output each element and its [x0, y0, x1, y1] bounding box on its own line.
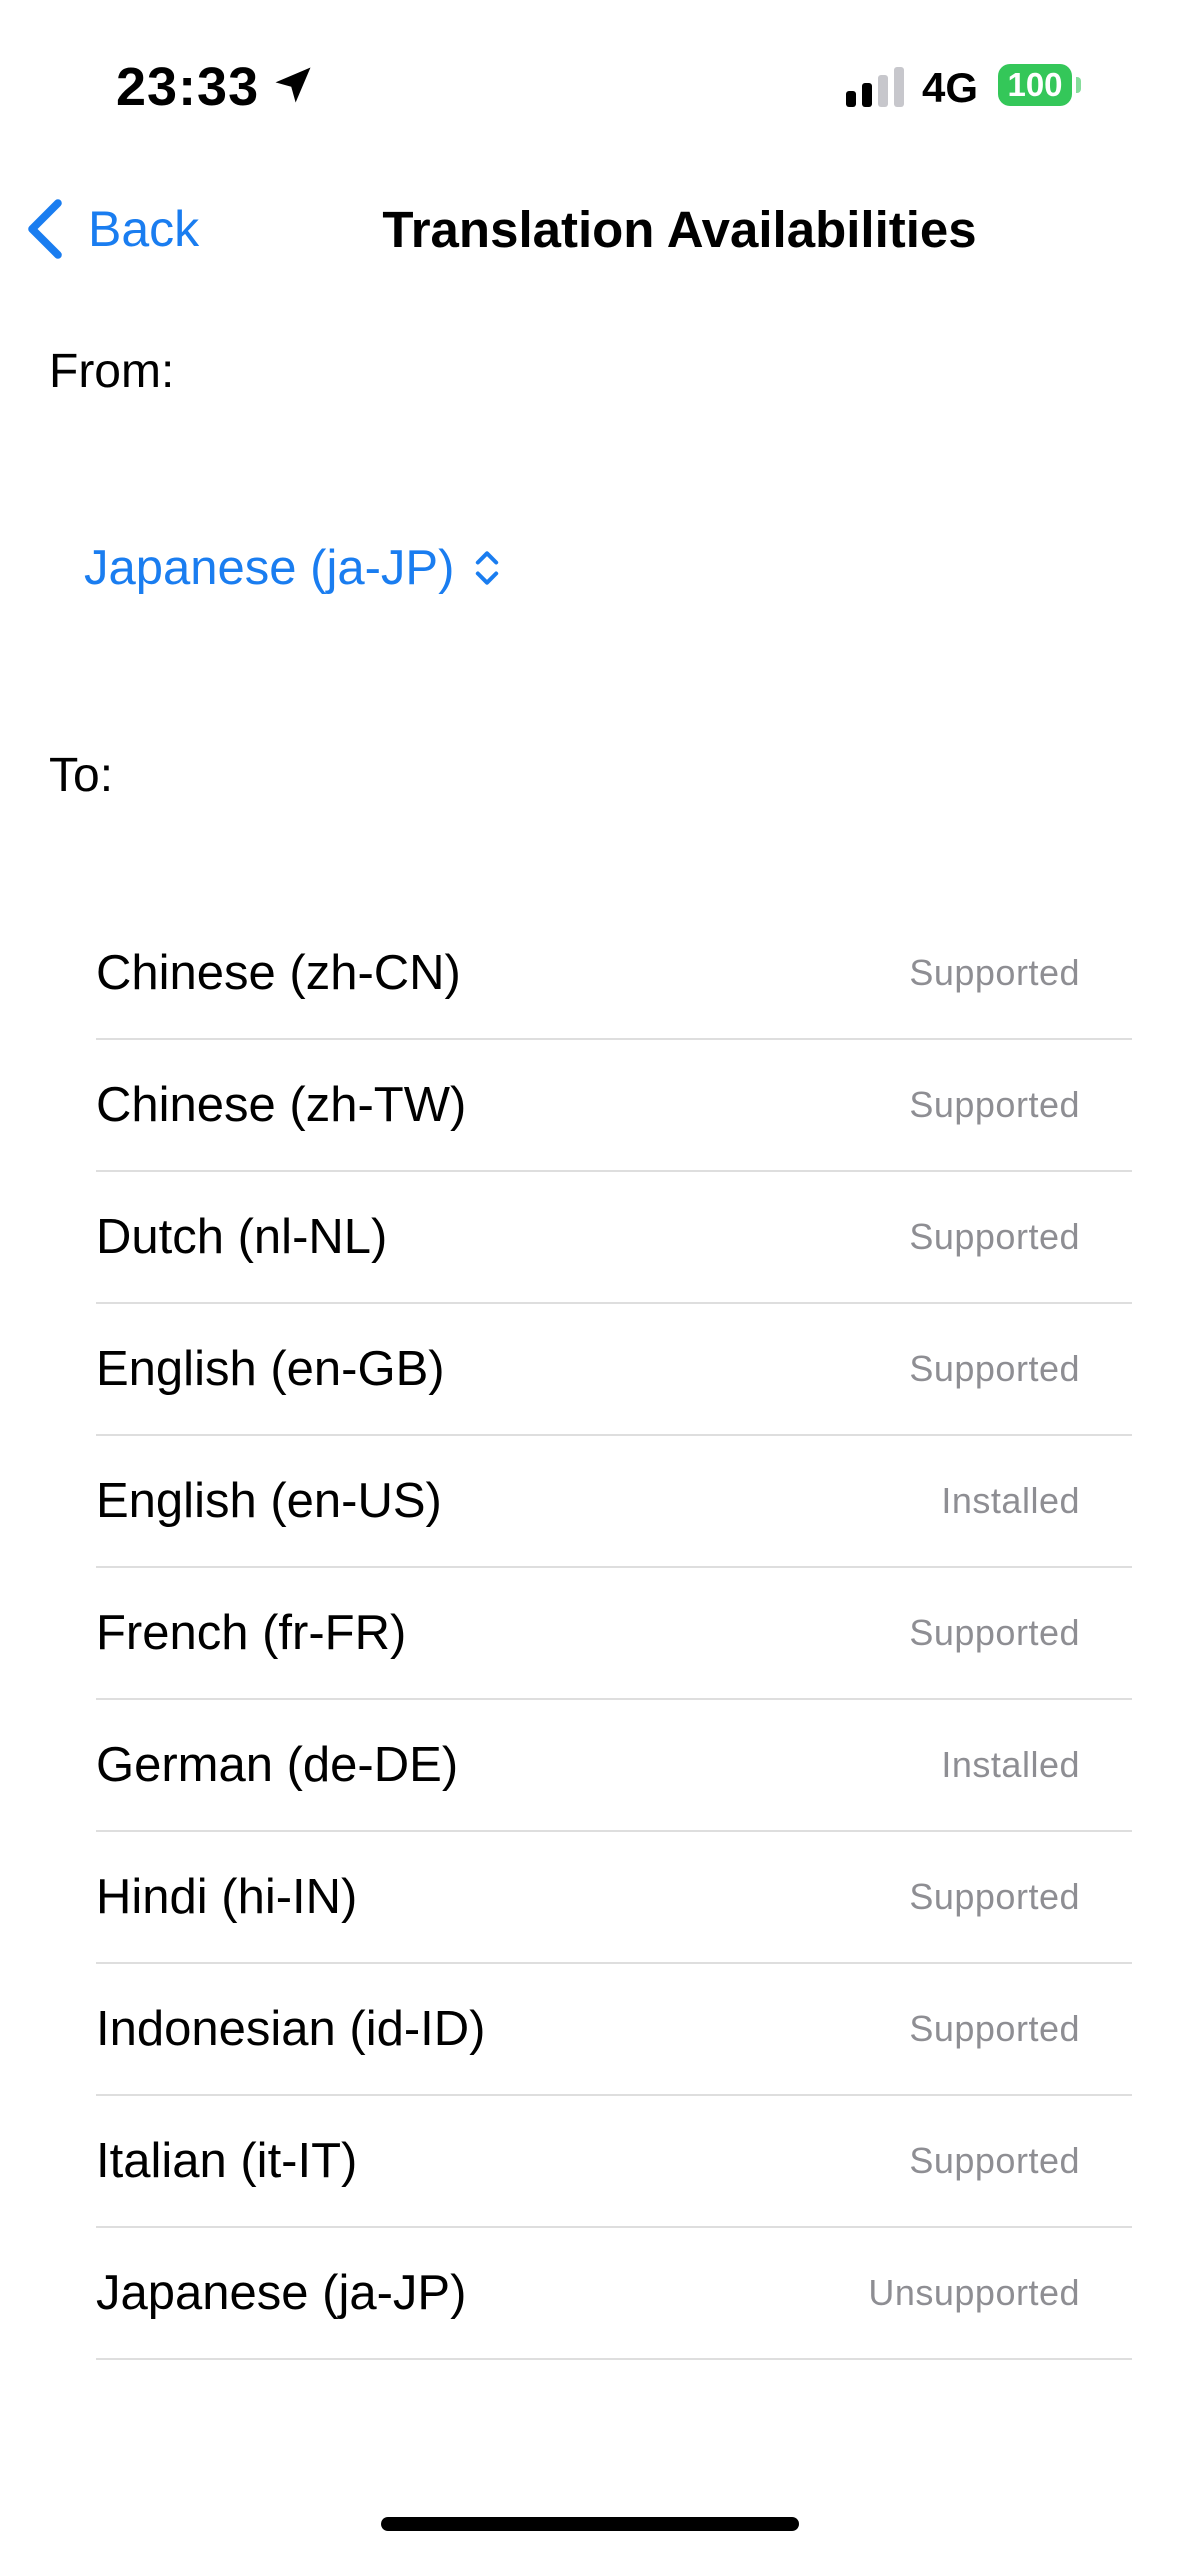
- language-name: English (en-US): [96, 1474, 442, 1528]
- target-language-list[interactable]: Chinese (zh-CN) Supported Chinese (zh-TW) S…: [96, 908, 1132, 2402]
- chevron-left-icon: [28, 199, 62, 259]
- language-status: Installed: [941, 1480, 1080, 1521]
- source-language-value: Japanese (ja-JP): [84, 541, 455, 595]
- language-row[interactable]: Chinese (zh-CN) Supported: [96, 908, 1132, 1040]
- language-status: Installed: [941, 1744, 1080, 1785]
- back-label: Back: [88, 201, 200, 257]
- status-time: 23:33: [116, 57, 260, 117]
- language-status: Supported: [909, 1876, 1080, 1917]
- from-label: From:: [49, 345, 175, 398]
- language-row[interactable]: German (de-DE) Installed: [96, 1700, 1132, 1832]
- battery-level: 100: [1007, 66, 1063, 103]
- navigation-bar: Back Translation Availabilities: [0, 170, 1179, 290]
- language-status: Supported: [909, 2008, 1080, 2049]
- battery-tip: [1076, 77, 1081, 93]
- chevron-up-down-icon: [476, 551, 499, 585]
- language-name: Indonesian (id-ID): [96, 2002, 486, 2056]
- battery-icon: 100: [998, 64, 1072, 106]
- language-name: Chinese (zh-TW): [96, 1078, 467, 1132]
- back-button[interactable]: Back: [24, 194, 199, 264]
- source-language-picker[interactable]: Japanese (ja-JP): [84, 540, 504, 596]
- language-name: French (fr-FR): [96, 1606, 407, 1660]
- language-name: Chinese (zh-CN): [96, 946, 461, 1000]
- location-arrow-icon: [275, 67, 311, 103]
- language-status: Unsupported: [868, 2272, 1080, 2313]
- page-title: Translation Availabilities: [382, 201, 977, 258]
- language-row[interactable]: English (en-GB) Supported: [96, 1304, 1132, 1436]
- status-bar: 23:33 4G 100: [0, 0, 1179, 150]
- language-name: Italian (it-IT): [96, 2134, 358, 2188]
- language-row[interactable]: Japanese (ja-JP) Unsupported: [96, 2228, 1132, 2360]
- signal-icon: [846, 67, 904, 107]
- language-name: Japanese (ja-JP): [96, 2266, 467, 2320]
- language-status: Supported: [909, 1216, 1080, 1257]
- to-label: To:: [49, 749, 114, 802]
- language-row[interactable]: English (en-US) Installed: [96, 1436, 1132, 1568]
- language-row[interactable]: Chinese (zh-TW) Supported: [96, 1040, 1132, 1172]
- language-row[interactable]: Hindi (hi-IN) Supported: [96, 1832, 1132, 1964]
- home-indicator[interactable]: [381, 2517, 799, 2531]
- language-status: Supported: [909, 1084, 1080, 1125]
- language-row[interactable]: Dutch (nl-NL) Supported: [96, 1172, 1132, 1304]
- language-name: German (de-DE): [96, 1738, 459, 1792]
- language-status: Supported: [909, 2140, 1080, 2181]
- language-name: Hindi (hi-IN): [96, 1870, 358, 1924]
- language-status: Supported: [909, 1348, 1080, 1389]
- language-name: English (en-GB): [96, 1342, 445, 1396]
- language-row[interactable]: French (fr-FR) Supported: [96, 1568, 1132, 1700]
- language-row[interactable]: Indonesian (id-ID) Supported: [96, 1964, 1132, 2096]
- language-status: Supported: [909, 1612, 1080, 1653]
- language-name: Dutch (nl-NL): [96, 1210, 388, 1264]
- language-row[interactable]: Italian (it-IT) Supported: [96, 2096, 1132, 2228]
- network-type: 4G: [922, 64, 979, 111]
- language-status: Supported: [909, 952, 1080, 993]
